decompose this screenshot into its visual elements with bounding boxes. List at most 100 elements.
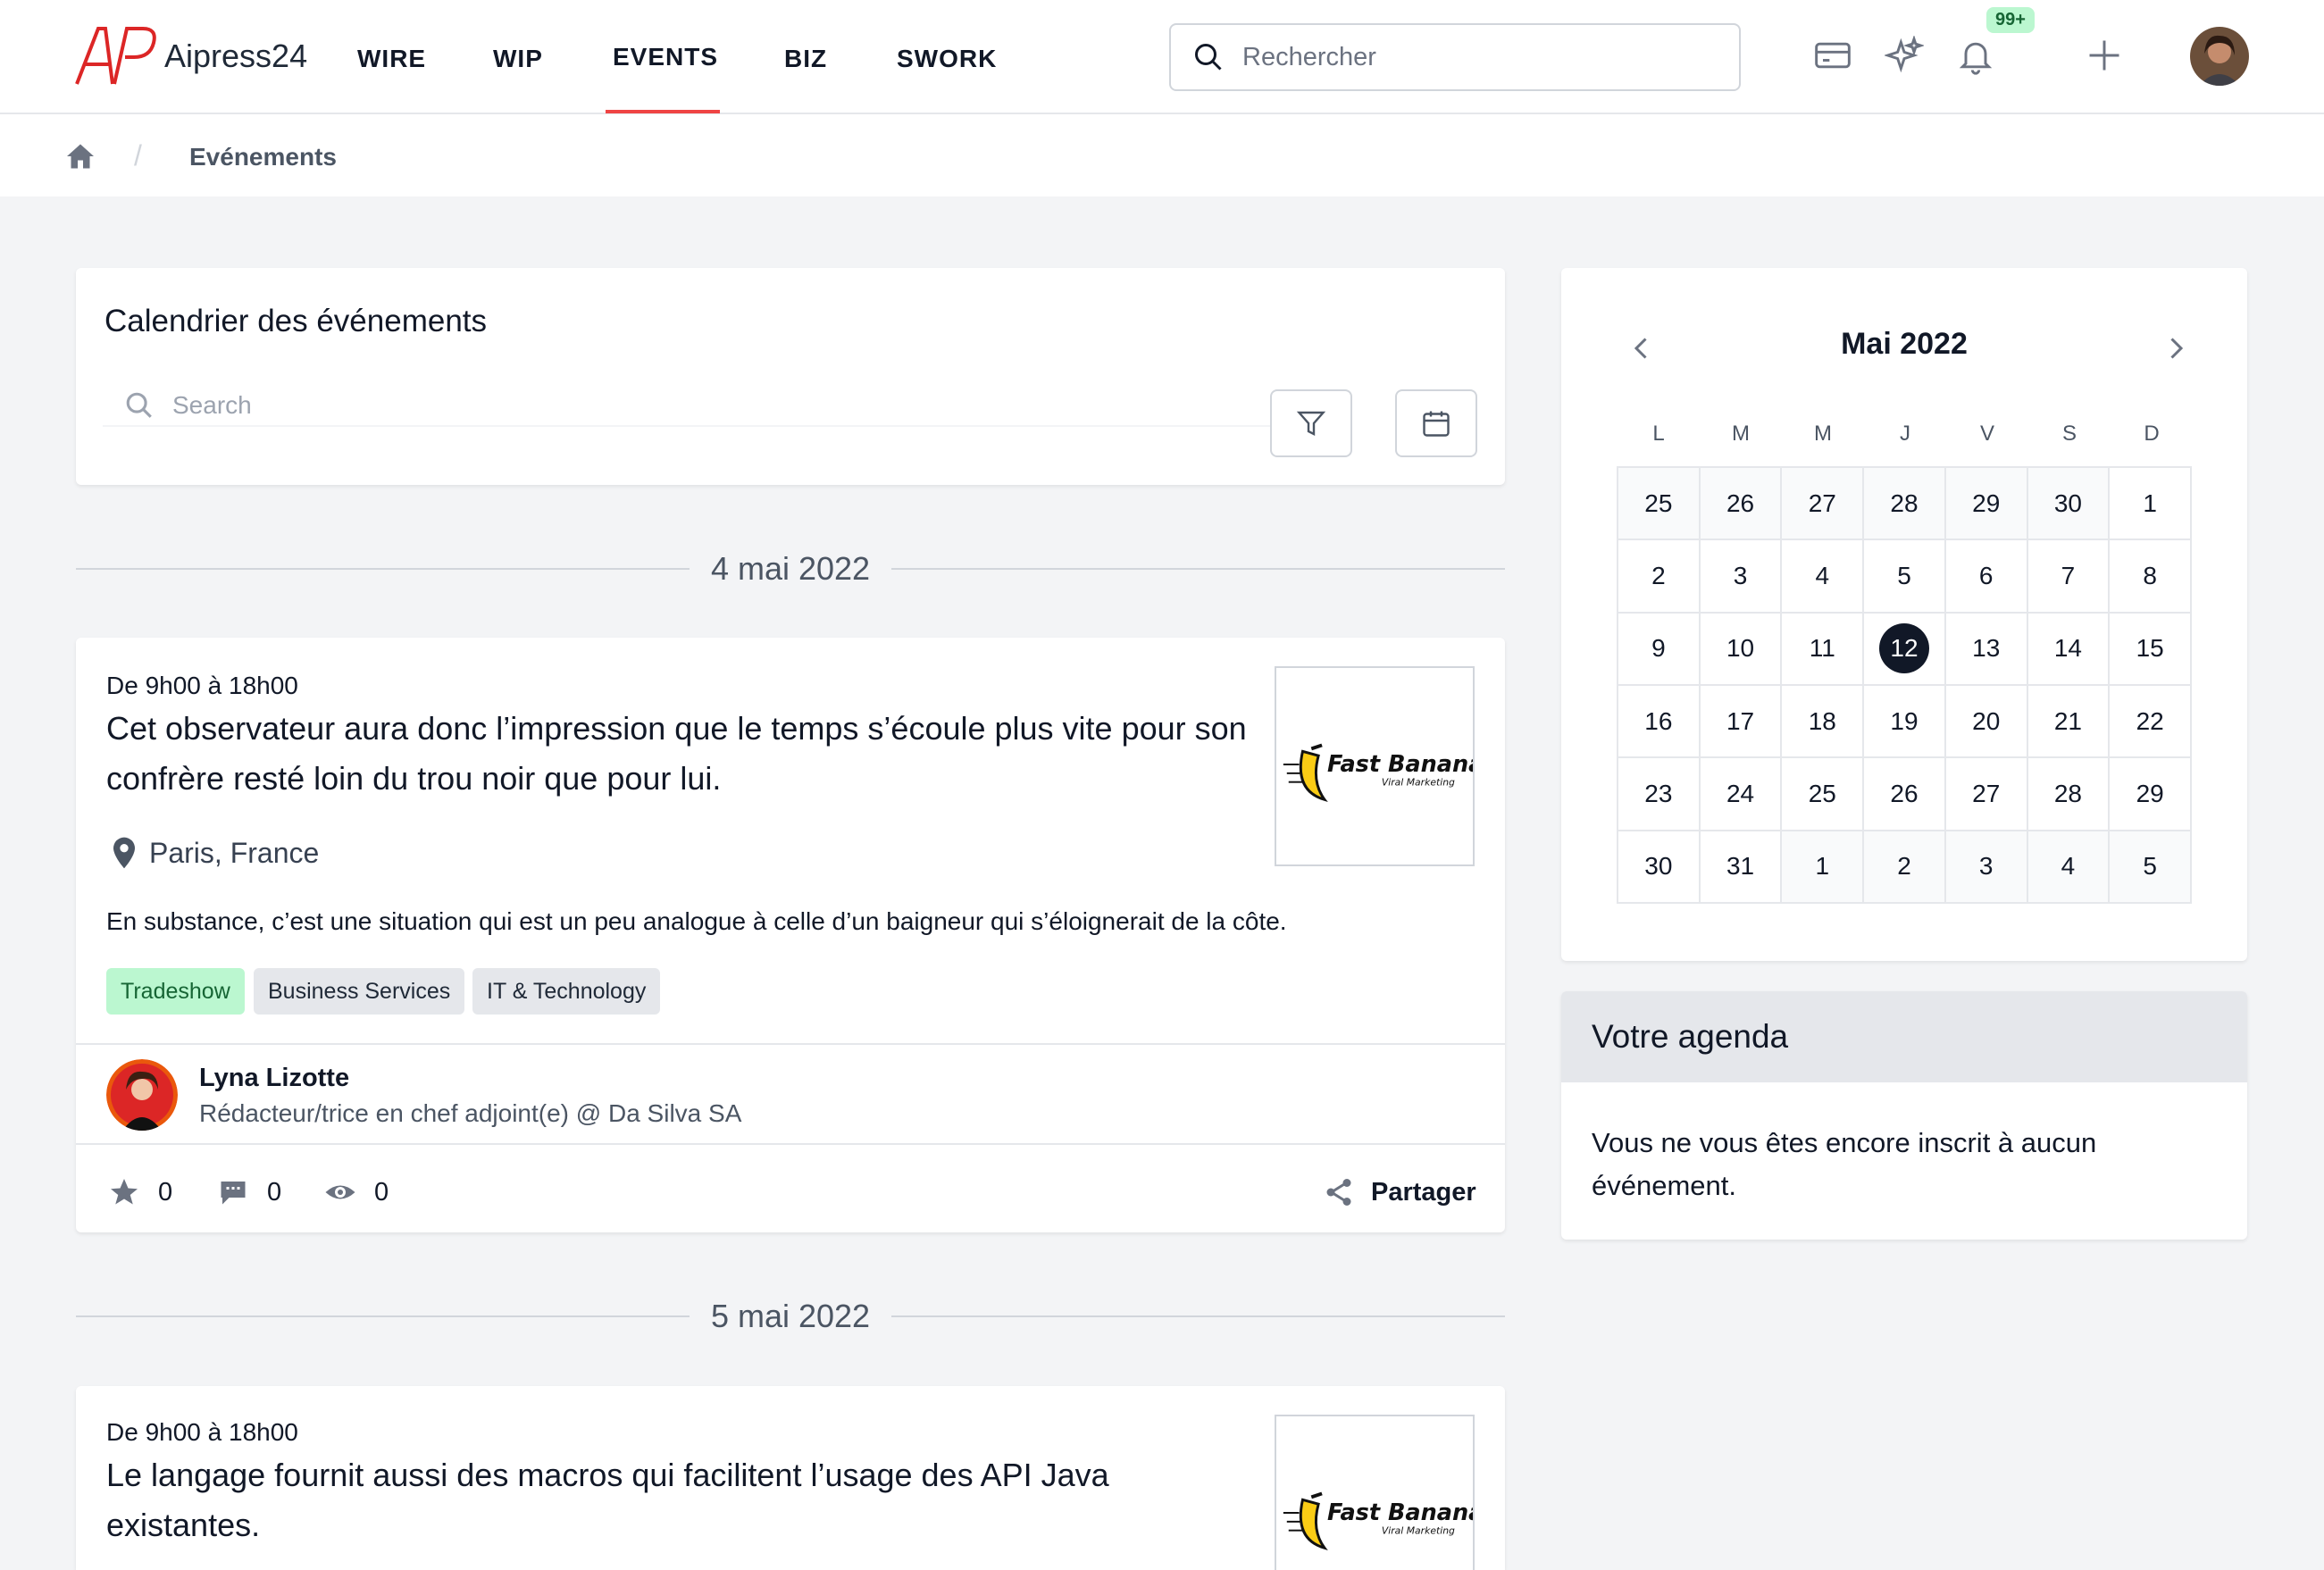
calendar-day[interactable]: 25 xyxy=(1618,468,1699,539)
sparkles-icon[interactable] xyxy=(1885,36,1924,75)
event-title[interactable]: Cet observateur aura donc l’impression q… xyxy=(106,704,1267,804)
user-avatar[interactable] xyxy=(2190,27,2249,86)
nav-wire[interactable]: WIRE xyxy=(357,45,426,73)
search-icon xyxy=(1195,44,1222,71)
calendar-day[interactable]: 20 xyxy=(1945,686,2027,757)
author-avatar[interactable] xyxy=(106,1059,178,1131)
divider xyxy=(76,1143,1505,1145)
calendar-day[interactable]: 31 xyxy=(1700,831,1781,902)
calendar-view-button[interactable] xyxy=(1395,389,1477,457)
comment-count-value: 0 xyxy=(267,1177,282,1207)
calendar-day[interactable]: 27 xyxy=(1782,468,1863,539)
calendar-day[interactable]: 1 xyxy=(1782,831,1863,902)
search-placeholder: Search xyxy=(172,391,252,419)
calendar-day[interactable]: 3 xyxy=(1700,540,1781,612)
weekday-label: M xyxy=(1814,422,1832,446)
nav-events[interactable]: EVENTS xyxy=(613,43,718,71)
calendar-day[interactable]: 4 xyxy=(2027,831,2109,902)
view-count-value: 0 xyxy=(374,1177,389,1207)
calendar-day[interactable]: 21 xyxy=(2027,686,2109,757)
calendar-day[interactable]: 25 xyxy=(1782,758,1863,830)
view-count[interactable]: 0 xyxy=(324,1176,389,1208)
app-logo[interactable]: Aipress24 xyxy=(73,25,307,88)
logo-tagline: Viral Marketing xyxy=(1382,777,1455,789)
top-navigation-bar: Aipress24 WIRE WIP EVENTS BIZ SWORK Rech… xyxy=(0,0,2324,114)
notification-badge: 99+ xyxy=(1986,7,2035,33)
calendar-day[interactable]: 19 xyxy=(1864,686,1944,757)
event-card[interactable]: De 9h00 à 18h00 Cet observateur aura don… xyxy=(76,638,1505,1232)
tag-business-services[interactable]: Business Services xyxy=(254,968,465,1015)
comment-icon xyxy=(221,1182,246,1205)
calendar-day[interactable]: 10 xyxy=(1700,613,1781,684)
share-button[interactable]: Partager xyxy=(1323,1176,1476,1208)
home-icon[interactable] xyxy=(64,140,96,172)
agenda-panel: Votre agenda Vous ne vous êtes encore in… xyxy=(1561,991,2247,1240)
event-search-input[interactable]: Search xyxy=(103,386,1331,427)
chevron-right-icon[interactable] xyxy=(2160,332,2192,364)
nav-swork[interactable]: SWORK xyxy=(897,45,997,73)
breadcrumb-current: Evénements xyxy=(189,143,337,171)
filter-icon xyxy=(1296,411,1326,436)
calendar-day[interactable]: 3 xyxy=(1945,831,2027,902)
selected-day[interactable]: 12 xyxy=(1878,623,1929,674)
calendar-day[interactable]: 30 xyxy=(2027,468,2109,539)
calendar-day[interactable]: 16 xyxy=(1618,686,1699,757)
author-name[interactable]: Lyna Lizotte xyxy=(199,1064,349,1093)
calendar-day[interactable]: 23 xyxy=(1618,758,1699,830)
comment-count[interactable]: 0 xyxy=(217,1176,281,1208)
ap-logo-mark xyxy=(75,27,156,85)
bell-icon[interactable] xyxy=(1956,36,1995,75)
event-location: Paris, France xyxy=(110,836,319,870)
agenda-title: Votre agenda xyxy=(1592,1018,1789,1055)
calendar-day[interactable]: 22 xyxy=(2110,686,2190,757)
card-icon[interactable] xyxy=(1813,36,1852,75)
calendar-day[interactable]: 18 xyxy=(1782,686,1863,757)
calendar-day[interactable]: 26 xyxy=(1700,468,1781,539)
calendar-day[interactable]: 11 xyxy=(1782,613,1863,684)
app-name: Aipress24 xyxy=(164,38,308,74)
calendar-day[interactable]: 24 xyxy=(1700,758,1781,830)
calendar-day[interactable]: 5 xyxy=(2110,831,2190,902)
calendar-day[interactable]: 5 xyxy=(1864,540,1944,612)
calendar-day[interactable]: 15 xyxy=(2110,613,2190,684)
calendar-day[interactable]: 27 xyxy=(1945,758,2027,830)
share-label: Partager xyxy=(1371,1177,1476,1207)
calendar-day[interactable]: 14 xyxy=(2027,613,2109,684)
nav-wip[interactable]: WIP xyxy=(493,45,543,73)
search-icon xyxy=(126,392,152,418)
logo-name: Fast Banana xyxy=(1327,751,1473,778)
nav-biz[interactable]: BIZ xyxy=(784,45,827,73)
event-card[interactable]: De 9h00 à 18h00 Le langage fournit aussi… xyxy=(76,1386,1505,1570)
calendar-day[interactable]: 30 xyxy=(1618,831,1699,902)
global-search-input[interactable]: Rechercher xyxy=(1169,23,1741,91)
calendar-day[interactable]: 2 xyxy=(1618,540,1699,612)
breadcrumb xyxy=(0,114,2324,196)
plus-icon[interactable] xyxy=(2085,36,2124,75)
calendar-day[interactable]: 17 xyxy=(1700,686,1781,757)
calendar-day[interactable]: 13 xyxy=(1945,613,2027,684)
calendar-day[interactable]: 28 xyxy=(1864,468,1944,539)
calendar-day[interactable]: 26 xyxy=(1864,758,1944,830)
filter-button[interactable] xyxy=(1270,389,1352,457)
calendar-day[interactable]: 8 xyxy=(2110,540,2190,612)
calendar-day[interactable]: 29 xyxy=(1945,468,2027,539)
organizer-logo[interactable]: Fast Banana Viral Marketing xyxy=(1275,1415,1484,1570)
agenda-empty-message: Vous ne vous êtes encore inscrit à aucun… xyxy=(1592,1127,2097,1201)
calendar-day[interactable]: 7 xyxy=(2027,540,2109,612)
calendar-day[interactable]: 2 xyxy=(1864,831,1944,902)
calendar-day[interactable]: 9 xyxy=(1618,613,1699,684)
tag-it-technology[interactable]: IT & Technology xyxy=(472,968,661,1015)
calendar-day[interactable]: 6 xyxy=(1945,540,2027,612)
tag-tradeshow[interactable]: Tradeshow xyxy=(106,968,245,1015)
organizer-logo[interactable]: Fast Banana Viral Marketing xyxy=(1275,666,1484,866)
calendar-day[interactable]: 4 xyxy=(1782,540,1863,612)
panel-title: Calendrier des événements xyxy=(104,304,488,338)
calendar-day-selected[interactable]: 12 xyxy=(1864,613,1944,684)
calendar-day[interactable]: 1 xyxy=(2110,468,2190,539)
events-calendar-panel: Calendrier des événements Search xyxy=(76,268,1505,485)
event-title[interactable]: Le langage fournit aussi des macros qui … xyxy=(106,1450,1267,1550)
calendar-day[interactable]: 28 xyxy=(2027,758,2109,830)
calendar-icon xyxy=(1423,411,1450,437)
calendar-day[interactable]: 29 xyxy=(2110,758,2190,830)
star-count[interactable]: 0 xyxy=(108,1176,172,1208)
